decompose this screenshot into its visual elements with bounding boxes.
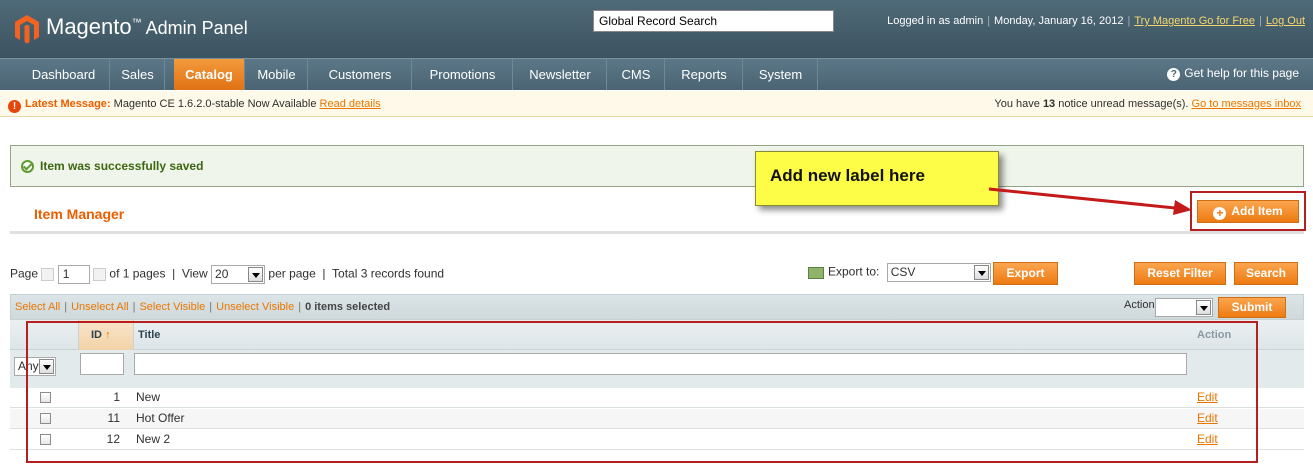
export-button[interactable]: Export xyxy=(993,262,1058,285)
callout-arrow-icon xyxy=(988,187,1192,215)
page-number-input[interactable]: 1 xyxy=(57,265,90,284)
pager: Page 1 of 1 pages | View 20 per page | T… xyxy=(10,265,444,284)
nav-item-catalog[interactable]: Catalog xyxy=(174,59,245,90)
search-button[interactable]: Search xyxy=(1234,262,1298,285)
nav-item-promotions[interactable]: Promotions xyxy=(413,59,513,90)
nav-item-cms[interactable]: CMS xyxy=(608,59,665,90)
export-format-select[interactable]: CSV xyxy=(886,263,991,282)
grid-highlight xyxy=(26,321,1258,463)
warning-icon: ! xyxy=(8,100,21,113)
plus-icon: + xyxy=(1213,207,1227,220)
read-details-link[interactable]: Read details xyxy=(320,98,381,110)
items-selected-count: 0 items selected xyxy=(305,301,391,313)
nav-item-mobile[interactable]: Mobile xyxy=(246,59,308,90)
latest-message: ! Latest Message: Magento CE 1.6.2.0-stab… xyxy=(0,91,381,117)
unselect-all-link[interactable]: Unselect All xyxy=(71,301,128,313)
magento-logo-icon xyxy=(14,14,40,44)
callout-note: Add new label here xyxy=(755,151,999,206)
header-date: Monday, January 16, 2012 xyxy=(994,15,1124,27)
nav-item-sales[interactable]: Sales xyxy=(111,59,165,90)
chevron-down-icon xyxy=(248,267,264,282)
help-icon: ? xyxy=(1167,68,1181,81)
logged-in-text: Logged in as admin xyxy=(887,15,984,27)
prev-page-icon[interactable] xyxy=(41,268,55,281)
nav-item-reports[interactable]: Reports xyxy=(666,59,743,90)
messages-inbox-link[interactable]: Go to messages inbox xyxy=(1192,98,1301,110)
submit-button[interactable]: Submit xyxy=(1218,297,1286,318)
brand-title: Magento™ Admin Panel xyxy=(46,14,248,39)
logout-link[interactable]: Log Out xyxy=(1266,15,1305,27)
global-search-input[interactable]: Global Record Search xyxy=(593,10,834,32)
title-divider xyxy=(10,231,1304,234)
nav-item-newsletter[interactable]: Newsletter xyxy=(514,59,607,90)
chevron-down-icon xyxy=(1196,300,1211,315)
reset-filter-button[interactable]: Reset Filter xyxy=(1134,262,1226,285)
success-message: Item was successfully saved xyxy=(10,145,1304,187)
chevron-down-icon xyxy=(973,265,989,280)
add-item-button[interactable]: + Add Item xyxy=(1197,200,1299,223)
try-magento-go-link[interactable]: Try Magento Go for Free xyxy=(1134,15,1255,27)
nav-item-dashboard[interactable]: Dashboard xyxy=(18,59,110,90)
nav-item-system[interactable]: System xyxy=(744,59,818,90)
header-links: Logged in as admin | Monday, January 16, 2… xyxy=(887,15,1305,27)
export-icon xyxy=(808,266,824,279)
unselect-visible-link[interactable]: Unselect Visible xyxy=(216,301,294,313)
per-page-select[interactable]: 20 xyxy=(211,265,266,284)
total-records: Total 3 records found xyxy=(332,266,445,281)
actions-select[interactable] xyxy=(1155,298,1213,317)
unread-messages: You have 13 notice unread message(s). Go… xyxy=(994,98,1301,110)
success-check-icon xyxy=(21,160,34,173)
massaction-bar: Select All | Unselect All | Select Visible | U… xyxy=(10,294,1304,320)
help-link[interactable]: ? Get help for this page xyxy=(1167,66,1299,81)
export-group: Export to: CSV xyxy=(808,263,991,282)
select-visible-link[interactable]: Select Visible xyxy=(139,301,205,313)
next-page-icon[interactable] xyxy=(93,268,107,281)
select-all-link[interactable]: Select All xyxy=(15,301,60,313)
nav-item-customers[interactable]: Customers xyxy=(309,59,412,90)
page-title: Item Manager xyxy=(34,206,125,222)
main-nav: Dashboard Sales Catalog Mobile Customers… xyxy=(0,58,1313,90)
